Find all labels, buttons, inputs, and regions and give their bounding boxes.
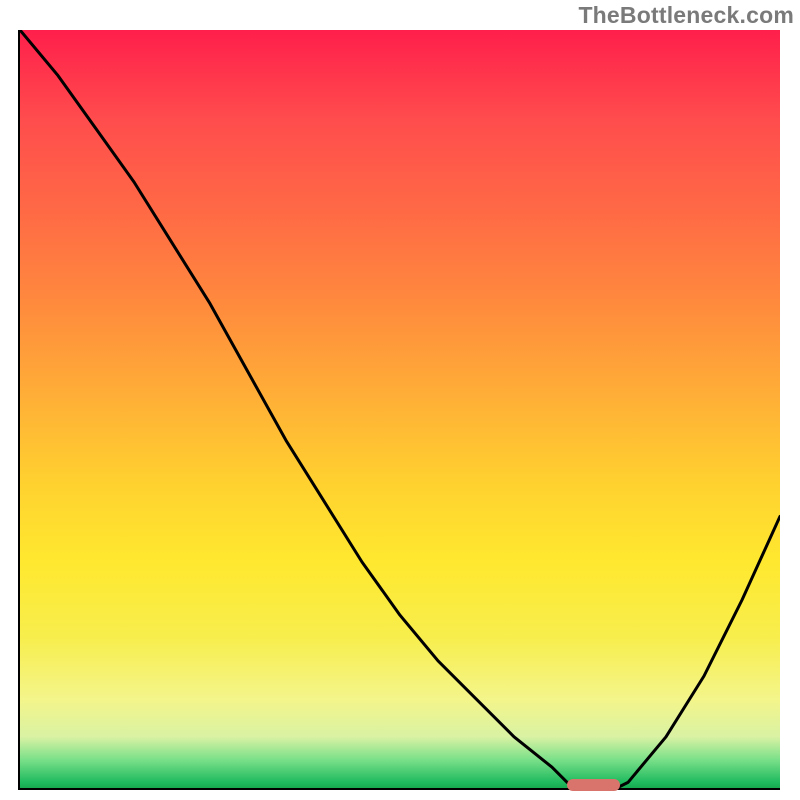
- bottleneck-curve: [20, 30, 780, 790]
- chart-container: TheBottleneck.com: [0, 0, 800, 800]
- watermark-text: TheBottleneck.com: [578, 2, 794, 29]
- optimal-range-marker: [567, 779, 620, 791]
